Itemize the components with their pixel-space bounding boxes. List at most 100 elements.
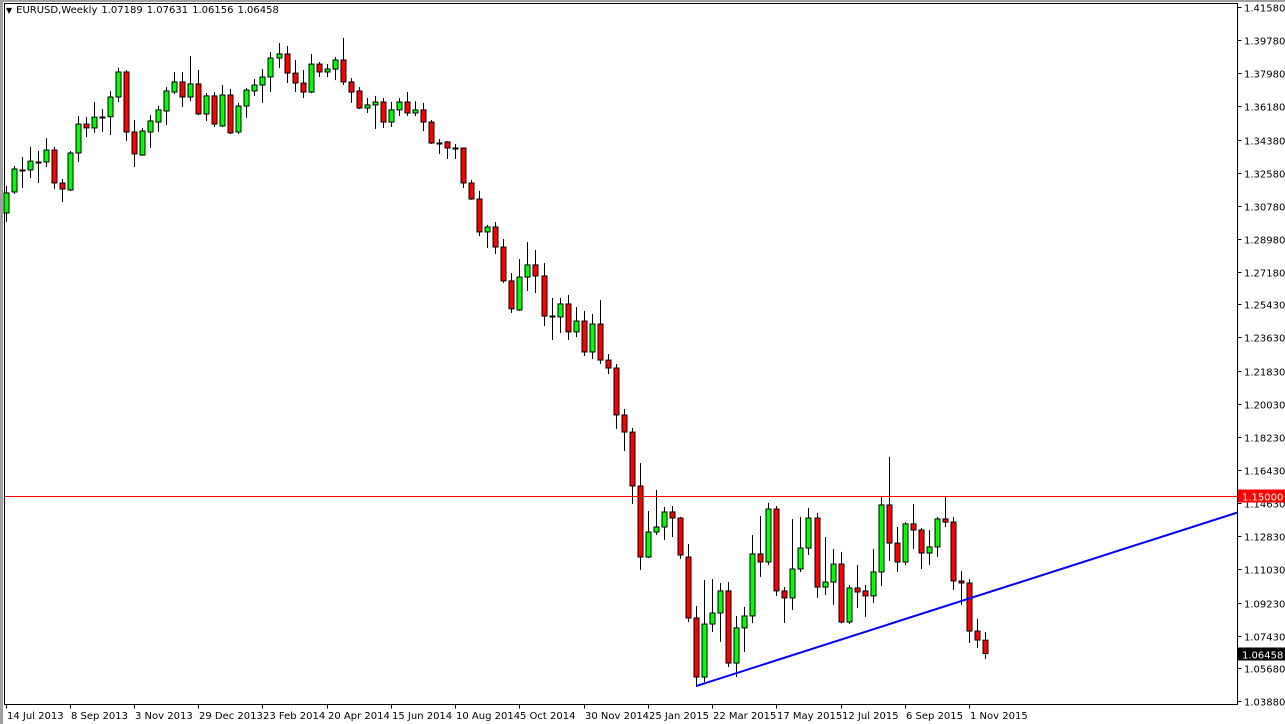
time-tick-label: 5 Oct 2014 <box>520 711 575 722</box>
time-tick-label: 3 Nov 2013 <box>135 711 193 722</box>
time-tick-label: 14 Jul 2013 <box>7 711 64 722</box>
price-tick-label: 1.27180 <box>1244 269 1285 280</box>
price-tick-label: 1.39780 <box>1244 37 1285 48</box>
candle-body-bearish <box>839 564 844 622</box>
time-tick-label: 8 Sep 2013 <box>71 711 128 722</box>
candle-body-bullish <box>831 564 836 582</box>
time-tick-label: 6 Sep 2015 <box>906 711 963 722</box>
candle-body-bearish <box>477 199 482 232</box>
candle-body-bullish <box>188 84 193 97</box>
candle <box>461 147 466 187</box>
candle-body-bullish <box>68 153 73 190</box>
candle <box>774 506 779 596</box>
candle-body-bullish <box>156 110 161 122</box>
candle-body-bearish <box>758 554 763 562</box>
candle-body-bearish <box>421 110 426 122</box>
candle-body-bearish <box>774 509 779 591</box>
candle-body-bullish <box>277 54 282 58</box>
candle <box>228 89 233 134</box>
candle-body-bearish <box>582 321 587 352</box>
candle-body-bullish <box>823 582 828 587</box>
time-tick-label: 22 Mar 2015 <box>713 711 776 722</box>
candle-body-bullish <box>517 277 522 310</box>
candle-body-bearish <box>911 524 916 530</box>
candle-body-bullish <box>935 519 940 547</box>
candle-body-bearish <box>566 304 571 332</box>
candle-body-bearish <box>895 543 900 562</box>
candle-body-bullish <box>790 569 795 598</box>
candle <box>140 128 145 156</box>
candle-body-bullish <box>373 102 378 105</box>
candle-body-bearish <box>317 64 322 72</box>
candle-body-bullish <box>718 591 723 613</box>
candle-body-bearish <box>180 82 185 97</box>
price-tick-label: 1.09230 <box>1244 600 1285 611</box>
candle-body-bullish <box>365 105 370 108</box>
candle-body-bearish <box>863 591 868 596</box>
candle-body-bullish <box>76 124 81 153</box>
candle-body-bullish <box>662 512 667 527</box>
candle-body-bullish <box>116 72 121 97</box>
candle-body-bearish <box>196 84 201 114</box>
candle <box>236 103 241 134</box>
candle-body-bearish <box>501 247 506 281</box>
window-top-border <box>0 0 1285 2</box>
candle-body-bearish <box>429 122 434 143</box>
candle <box>951 517 956 590</box>
candle-body-bullish <box>164 91 169 111</box>
candle <box>903 522 908 565</box>
candle-body-bullish <box>260 77 265 85</box>
price-tick-label: 1.41580 <box>1244 4 1285 15</box>
candle-body-bullish <box>309 64 314 92</box>
chart-header: ▼ EURUSD,Weekly 1.07189 1.07631 1.06156 … <box>6 5 279 16</box>
price-tick-label: 1.20030 <box>1244 401 1285 412</box>
candle-body-bearish <box>919 530 924 553</box>
price-tick-label: 1.23630 <box>1244 334 1285 345</box>
candle-body-bearish <box>975 631 980 640</box>
candle <box>68 151 73 191</box>
price-tick-label: 1.28980 <box>1244 236 1285 247</box>
candle <box>124 70 129 141</box>
candle-body-bearish <box>52 150 57 183</box>
candle-body-bearish <box>357 91 362 108</box>
candle-body-bullish <box>766 509 771 562</box>
candle-body-bullish <box>220 95 225 126</box>
candle-body-bearish <box>285 54 290 73</box>
candle-body-bearish <box>943 519 948 522</box>
candle-body-bearish <box>670 512 675 518</box>
candle <box>52 147 57 189</box>
candle <box>694 606 699 687</box>
candlestick-chart[interactable]: 1.415801.397801.379801.361801.343801.325… <box>0 0 1285 724</box>
candle-body-bullish <box>485 227 490 232</box>
candle <box>116 68 121 102</box>
candle-body-bearish <box>887 505 892 543</box>
candle-body-bearish <box>124 72 129 132</box>
candle-body-bearish <box>445 142 450 148</box>
candle <box>726 582 731 667</box>
candle-body-bearish <box>341 60 346 82</box>
price-tick-label: 1.34380 <box>1244 137 1285 148</box>
price-tick-label: 1.32580 <box>1244 170 1285 181</box>
candle-body-bearish <box>60 183 65 189</box>
candle-body-bullish <box>252 85 257 91</box>
triangle-down-icon[interactable]: ▼ <box>6 6 12 15</box>
candle-body-bearish <box>469 183 474 199</box>
candle-body-bullish <box>333 60 338 69</box>
candle-body-bearish <box>381 102 386 122</box>
price-tick-label: 1.25430 <box>1244 301 1285 312</box>
candle-body-bullish <box>927 547 932 553</box>
price-tick-label: 1.30780 <box>1244 203 1285 214</box>
candle-body-bearish <box>694 618 699 677</box>
hline-price-label: 1.15000 <box>1242 493 1283 504</box>
candle <box>212 92 217 127</box>
candle-body-bullish <box>742 616 747 628</box>
candle-body-bullish <box>172 82 177 92</box>
candle <box>766 503 771 565</box>
candle-body-bearish <box>614 368 619 415</box>
candle-body-bearish <box>967 583 972 631</box>
candle-body-bearish <box>726 591 731 663</box>
candle-body-bullish <box>44 150 49 162</box>
candle-body-bullish <box>268 58 273 77</box>
candle-body-bullish <box>558 304 563 317</box>
candle-body-bearish <box>493 227 498 247</box>
